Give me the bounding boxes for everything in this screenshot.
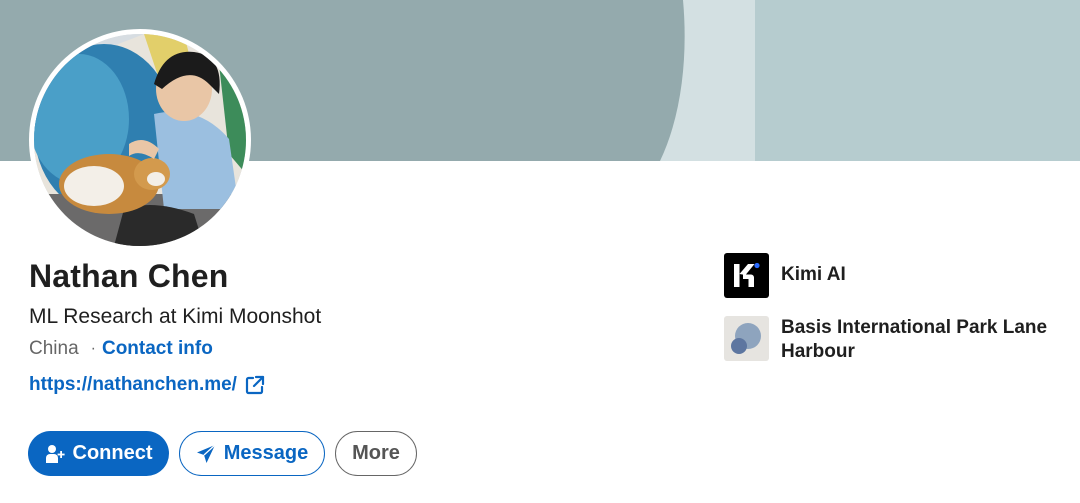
separator-dot: ·	[90, 340, 96, 357]
add-person-icon	[45, 444, 65, 464]
org-basis-international[interactable]: Basis International Park Lane Harbour	[724, 316, 1061, 364]
org-name: Kimi AI	[781, 264, 846, 285]
more-button[interactable]: More	[335, 431, 417, 476]
message-label: Message	[223, 442, 309, 464]
org-kimi-ai[interactable]: Kimi AI	[724, 253, 846, 298]
contact-info-link[interactable]: Contact info	[102, 338, 213, 360]
send-icon	[196, 444, 216, 464]
message-button[interactable]: Message	[179, 431, 325, 476]
profile-headline: ML Research at Kimi Moonshot	[29, 305, 322, 328]
connect-button[interactable]: Connect	[28, 431, 169, 476]
connect-label: Connect	[72, 442, 153, 464]
location-text: China	[29, 338, 79, 359]
external-link-icon	[245, 375, 265, 395]
avatar[interactable]	[34, 34, 246, 246]
basis-logo-icon	[724, 316, 769, 361]
location-row: China · Contact info	[29, 338, 213, 360]
website-url[interactable]: https://nathanchen.me/	[29, 374, 237, 396]
more-label: More	[352, 442, 400, 464]
profile-name: Nathan Chen	[29, 258, 229, 294]
org-name: Basis International Park Lane Harbour	[781, 317, 1048, 362]
kimi-logo-icon	[724, 253, 769, 298]
website-link[interactable]: https://nathanchen.me/	[29, 374, 265, 396]
